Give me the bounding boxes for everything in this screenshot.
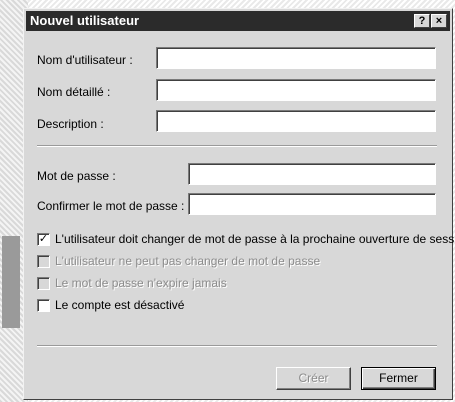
username-field[interactable] xyxy=(156,47,436,69)
window-title: Nouvel utilisateur xyxy=(30,13,140,28)
checkbox-must-change-password[interactable]: ✓ xyxy=(37,233,50,246)
checkbox-account-disabled[interactable] xyxy=(37,299,50,312)
help-button[interactable]: ? xyxy=(414,14,430,28)
description-label: Description : xyxy=(37,117,104,131)
close-dialog-button[interactable]: Fermer xyxy=(361,367,436,390)
separator-top xyxy=(37,145,437,147)
option-label-password-never-expires: Le mot de passe n'expire jamais xyxy=(55,276,227,290)
title-bar[interactable]: Nouvel utilisateur ? × xyxy=(26,11,450,31)
fullname-field[interactable] xyxy=(156,79,436,101)
option-label-must-change-password: L'utilisateur doit changer de mot de pas… xyxy=(55,232,455,246)
option-label-cannot-change-password: L'utilisateur ne peut pas changer de mot… xyxy=(55,254,321,268)
help-icon: ? xyxy=(418,15,426,27)
fullname-label: Nom détaillé : xyxy=(37,85,111,99)
checkbox-cannot-change-password xyxy=(37,255,50,268)
description-field[interactable] xyxy=(156,110,436,132)
username-label: Nom d'utilisateur : xyxy=(37,53,133,67)
password-label: Mot de passe : xyxy=(37,169,116,183)
close-button[interactable]: × xyxy=(431,14,447,28)
checkbox-password-never-expires xyxy=(37,277,50,290)
option-label-account-disabled: Le compte est désactivé xyxy=(55,298,185,312)
confirm-password-field[interactable] xyxy=(188,193,436,215)
password-field[interactable] xyxy=(188,163,436,185)
confirm-password-label: Confirmer le mot de passe : xyxy=(37,199,185,213)
new-user-dialog: Nouvel utilisateur ? × Nom d'utilisateur… xyxy=(23,8,455,400)
close-icon: × xyxy=(435,15,443,27)
separator-bottom xyxy=(37,345,437,347)
background-panel xyxy=(2,236,20,328)
create-button[interactable]: Créer xyxy=(276,367,351,390)
